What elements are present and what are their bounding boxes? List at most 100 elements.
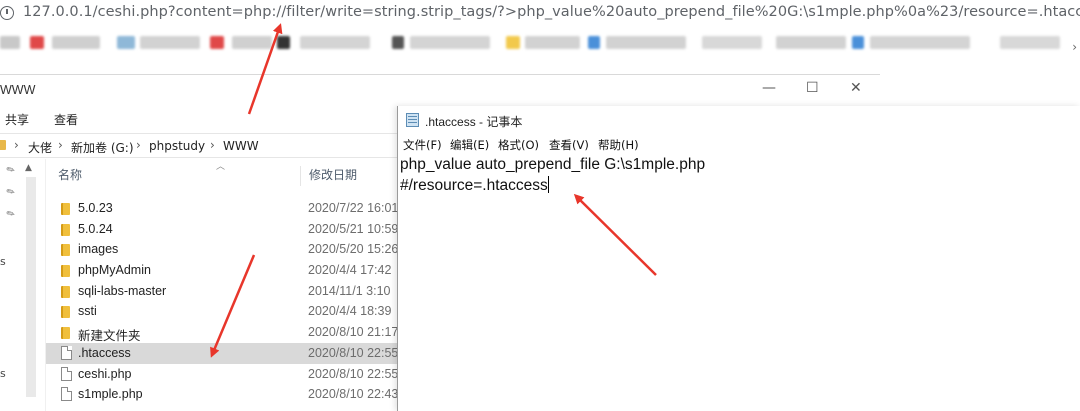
minimize-icon[interactable]: — bbox=[762, 80, 776, 96]
folder-icon bbox=[61, 285, 70, 298]
bookmark-item[interactable] bbox=[210, 36, 224, 49]
breadcrumb-item[interactable]: phpstudy bbox=[149, 139, 205, 153]
bookmark-item[interactable] bbox=[870, 36, 970, 49]
breadcrumb-item[interactable]: 大佬 bbox=[28, 139, 52, 156]
menu-help[interactable]: 帮助(H) bbox=[598, 137, 639, 153]
file-icon bbox=[61, 387, 72, 402]
bookmark-item[interactable] bbox=[392, 36, 404, 49]
ribbon-tabs: 共享 查看 bbox=[0, 104, 400, 132]
folder-icon bbox=[61, 327, 70, 340]
breadcrumb[interactable]: › 大佬 › 新加卷 (G:) › phpstudy › WWW bbox=[0, 133, 400, 158]
bookmark-item[interactable] bbox=[702, 36, 762, 49]
file-name: phpMyAdmin bbox=[78, 263, 151, 278]
file-date: 2020/8/10 22:55 bbox=[308, 345, 399, 360]
nav-item-fragment[interactable]: s bbox=[0, 367, 6, 380]
maximize-icon[interactable]: ☐ bbox=[806, 80, 819, 96]
file-row[interactable]: s1mple.php 2020/8/10 22:43 bbox=[46, 384, 400, 405]
bookmark-item[interactable] bbox=[852, 36, 864, 49]
bookmark-item[interactable] bbox=[776, 36, 846, 49]
window-title: .htaccess - 记事本 bbox=[425, 115, 523, 129]
file-name: 5.0.24 bbox=[78, 221, 113, 236]
bookmark-item[interactable] bbox=[52, 36, 100, 49]
bookmark-item[interactable] bbox=[232, 36, 272, 49]
file-icon bbox=[61, 366, 72, 381]
bookmark-item[interactable] bbox=[506, 36, 520, 49]
bookmark-item[interactable] bbox=[606, 36, 686, 49]
chevron-right-icon[interactable]: › bbox=[58, 138, 63, 152]
chevron-right-icon[interactable]: › bbox=[1072, 40, 1077, 54]
folder-icon bbox=[0, 140, 6, 150]
column-date[interactable]: 修改日期 bbox=[300, 166, 357, 186]
chevron-right-icon[interactable]: › bbox=[210, 138, 215, 152]
bookmark-item[interactable] bbox=[410, 36, 490, 49]
bookmark-item[interactable] bbox=[30, 36, 44, 49]
file-icon bbox=[61, 345, 72, 360]
file-row[interactable]: 5.0.23 2020/7/22 16:01 bbox=[46, 198, 400, 219]
bookmark-item[interactable] bbox=[140, 36, 200, 49]
pin-icon[interactable]: ✎ bbox=[5, 186, 18, 200]
file-date: 2020/4/4 18:39 bbox=[308, 304, 392, 319]
menu-file[interactable]: 文件(F) bbox=[403, 137, 442, 153]
file-date: 2020/8/10 22:55 bbox=[308, 366, 399, 381]
window-title: WWW bbox=[0, 83, 36, 97]
file-date: 2020/5/21 10:59 bbox=[308, 221, 399, 236]
bookmark-item[interactable] bbox=[117, 36, 135, 49]
file-row[interactable]: sqli-labs-master 2014/11/1 3:10 bbox=[46, 281, 400, 302]
pin-icon[interactable]: ✎ bbox=[5, 208, 18, 222]
file-date: 2020/8/10 22:43 bbox=[308, 387, 399, 402]
bookmark-item[interactable] bbox=[525, 36, 580, 49]
file-name: sqli-labs-master bbox=[78, 283, 167, 298]
browser-address-bar[interactable]: 127.0.0.1/ceshi.php?content=php://filter… bbox=[0, 0, 1080, 27]
bookmark-item[interactable] bbox=[0, 36, 20, 49]
sort-up-icon: ︿ bbox=[216, 162, 226, 172]
folder-icon bbox=[61, 203, 70, 215]
file-row[interactable]: images 2020/5/20 15:26 bbox=[46, 239, 400, 260]
editor-line: php_value auto_prepend_file G:\s1mple.ph… bbox=[400, 156, 706, 173]
breadcrumb-item[interactable]: 新加卷 (G:) bbox=[71, 139, 134, 156]
file-row[interactable]: 5.0.24 2020/5/21 10:59 bbox=[46, 219, 400, 240]
column-name[interactable]: 名称 bbox=[58, 166, 82, 183]
file-row[interactable]: 新建文件夹 2020/8/10 21:17 bbox=[46, 322, 400, 343]
folder-icon bbox=[61, 265, 70, 278]
file-date: 2020/5/20 15:26 bbox=[308, 242, 399, 257]
file-date: 2020/4/4 17:42 bbox=[308, 263, 392, 278]
file-name: 5.0.23 bbox=[78, 201, 113, 215]
scrollbar[interactable] bbox=[26, 177, 36, 397]
breadcrumb-item[interactable]: WWW bbox=[223, 139, 259, 153]
chevron-right-icon[interactable]: › bbox=[136, 138, 141, 152]
bookmark-item[interactable] bbox=[277, 36, 290, 49]
file-date: 2020/7/22 16:01 bbox=[308, 201, 399, 215]
tab-share[interactable]: 共享 bbox=[5, 111, 29, 128]
column-header: 名称 ︿ 修改日期 bbox=[46, 161, 400, 186]
text-editor[interactable]: php_value auto_prepend_file G:\s1mple.ph… bbox=[400, 154, 705, 196]
pin-icon[interactable]: ✎ bbox=[5, 164, 18, 178]
info-circle-icon[interactable] bbox=[0, 6, 14, 20]
url-text[interactable]: 127.0.0.1/ceshi.php?content=php://filter… bbox=[23, 4, 1080, 20]
close-icon[interactable]: ✕ bbox=[850, 80, 862, 96]
file-row[interactable]: ceshi.php 2020/8/10 22:55 bbox=[46, 364, 400, 385]
text-caret bbox=[547, 176, 549, 193]
menu-format[interactable]: 格式(O) bbox=[498, 137, 539, 153]
navigation-pane: ✎ ✎ ✎ ▲ s s bbox=[0, 159, 46, 411]
file-name: ceshi.php bbox=[78, 366, 132, 381]
folder-icon bbox=[61, 223, 70, 236]
tab-view[interactable]: 查看 bbox=[54, 111, 78, 128]
nav-item-fragment[interactable]: s bbox=[0, 255, 6, 268]
file-name: 新建文件夹 bbox=[78, 329, 141, 344]
file-row-selected[interactable]: .htaccess 2020/8/10 22:55 bbox=[46, 342, 400, 364]
file-row[interactable]: phpMyAdmin 2020/4/4 17:42 bbox=[46, 260, 400, 281]
bookmark-item[interactable] bbox=[1000, 36, 1060, 49]
menu-view[interactable]: 查看(V) bbox=[549, 137, 589, 153]
bookmark-item[interactable] bbox=[300, 36, 370, 49]
notepad-window: .htaccess - 记事本 文件(F) 编辑(E) 格式(O) 查看(V) … bbox=[397, 106, 1080, 411]
file-name: .htaccess bbox=[78, 345, 131, 360]
menu-edit[interactable]: 编辑(E) bbox=[450, 137, 489, 153]
file-row[interactable]: ssti 2020/4/4 18:39 bbox=[46, 301, 400, 322]
file-date: 2014/11/1 3:10 bbox=[308, 283, 391, 298]
file-date: 2020/8/10 21:17 bbox=[308, 325, 399, 340]
file-name: ssti bbox=[78, 304, 97, 319]
chevron-right-icon[interactable]: › bbox=[14, 138, 19, 152]
menu-bar: 文件(F) 编辑(E) 格式(O) 查看(V) 帮助(H) bbox=[398, 136, 1080, 154]
bookmark-item[interactable] bbox=[588, 36, 600, 49]
scroll-up-icon[interactable]: ▲ bbox=[25, 163, 32, 173]
